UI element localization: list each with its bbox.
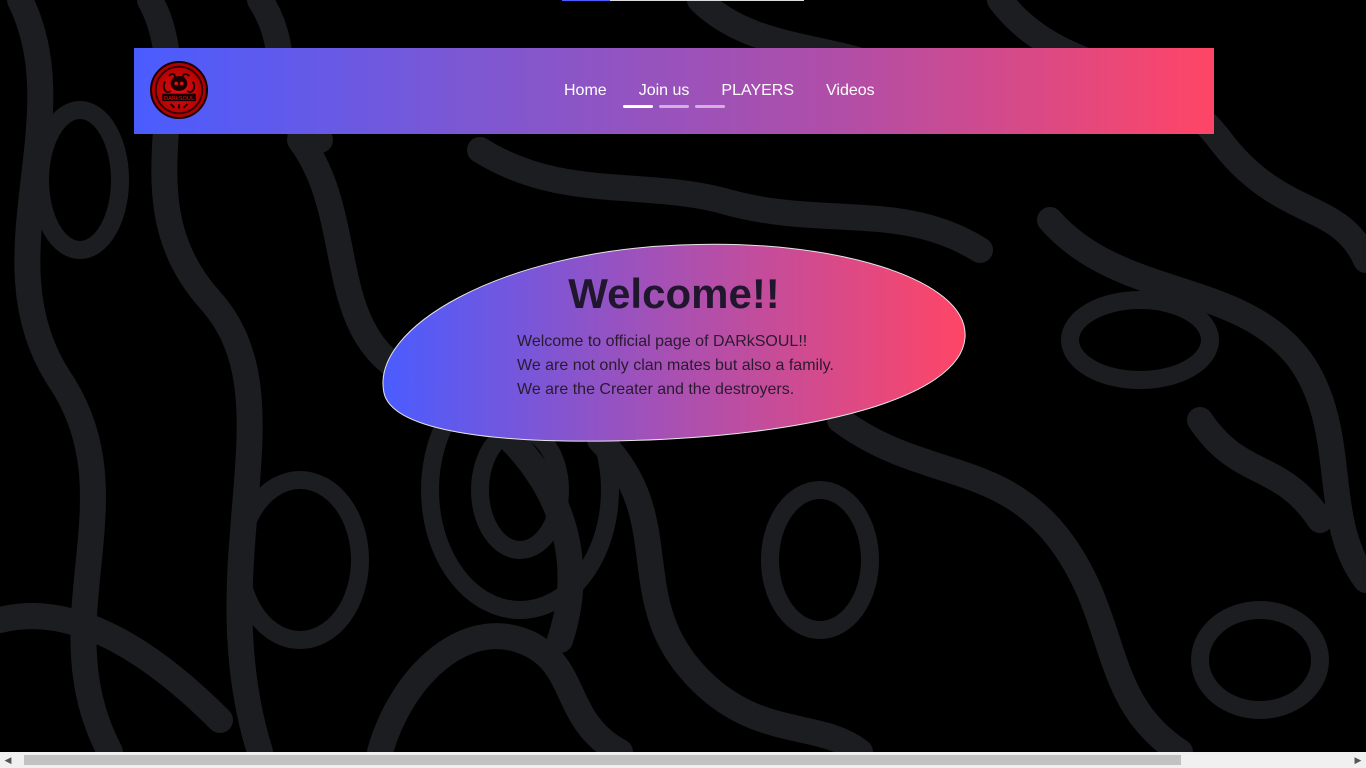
indicator-active: [623, 105, 653, 108]
nav-link-videos[interactable]: Videos: [826, 82, 875, 100]
welcome-line: Welcome to official page of DARkSOUL!!: [517, 333, 808, 350]
indicator: [695, 105, 725, 108]
scroll-right-icon[interactable]: ▶: [1350, 752, 1366, 768]
top-progress-fill: [562, 0, 610, 1]
nav-link-join-us[interactable]: Join us: [639, 82, 690, 100]
welcome-line: We are not only clan mates but also a fa…: [517, 357, 834, 374]
indicator: [659, 105, 689, 108]
welcome-text: Welcome to official page of DARkSOUL!! W…: [517, 330, 834, 402]
nav-link-home[interactable]: Home: [564, 82, 607, 100]
scroll-left-icon[interactable]: ◀: [0, 752, 16, 768]
clan-logo[interactable]: DARkSOUL: [150, 61, 208, 119]
welcome-line: We are the Creater and the destroyers.: [517, 381, 795, 398]
nav-link-players[interactable]: PLAYERS: [721, 82, 794, 100]
navbar: DARkSOUL Home Join us PLAYERS Videos: [134, 48, 1214, 134]
welcome-card: Welcome!! Welcome to official page of DA…: [380, 238, 968, 448]
nav-links: Home Join us PLAYERS Videos: [564, 82, 907, 100]
welcome-title: Welcome!!: [568, 270, 780, 317]
top-progress-strip: [562, 0, 804, 1]
scrollbar-thumb[interactable]: [24, 755, 1181, 765]
horizontal-scrollbar[interactable]: ◀ ▶: [0, 752, 1366, 768]
skull-logo-icon: DARkSOUL: [154, 65, 204, 115]
svg-text:DARkSOUL: DARkSOUL: [164, 96, 195, 102]
